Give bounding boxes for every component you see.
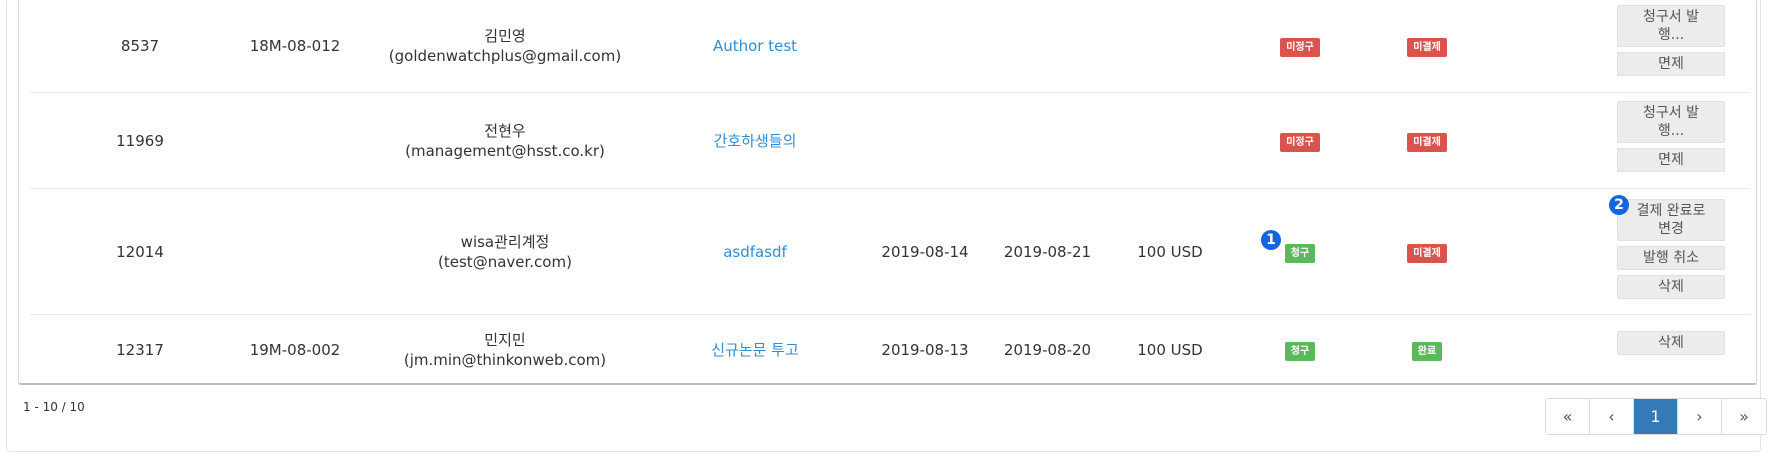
payment-status-badge: 미결제 [1407, 243, 1447, 263]
row-actions: 삭제 [1617, 331, 1725, 360]
prev-page-button[interactable]: ‹ [1590, 399, 1634, 434]
row-payment-cell: 미결제 [1387, 241, 1467, 263]
issue-invoice-button[interactable]: 청구서 발행... [1617, 101, 1725, 143]
table-row: 11969 전현우 (management@hsst.co.kr) 간호하생들의… [30, 93, 1750, 189]
payment-status-badge: 완료 [1411, 342, 1443, 361]
step-marker-2: 2 [1609, 195, 1629, 215]
row-billing-cell: 미정구 [1260, 130, 1340, 152]
page-1-button[interactable]: 1 [1634, 399, 1678, 434]
table-row: 12014 wisa관리계정 (test@naver.com) asdfasdf… [30, 189, 1750, 315]
row-billing-cell: 미정구 [1260, 35, 1340, 57]
first-page-button[interactable]: « [1546, 399, 1590, 434]
table-row: 12317 19M-08-002 민지민 (jm.min@thinkonweb.… [30, 315, 1750, 385]
waive-button[interactable]: 면제 [1617, 148, 1725, 172]
row-id: 8537 [120, 37, 160, 55]
billing-status-badge: 청구 [1284, 243, 1316, 263]
cancel-issue-button[interactable]: 발행 취소 [1617, 246, 1725, 270]
waive-button[interactable]: 면제 [1617, 52, 1725, 76]
delete-button[interactable]: 삭제 [1617, 331, 1725, 355]
issue-invoice-button[interactable]: 청구서 발행... [1617, 5, 1725, 47]
billing-status-badge: 미정구 [1280, 132, 1320, 152]
row-amount: 100 USD [1137, 341, 1203, 359]
payment-status-badge: 미결제 [1407, 132, 1447, 152]
row-id: 12317 [116, 341, 164, 359]
row-billing-cell: 청구 [1260, 339, 1340, 361]
payment-status-badge: 미결제 [1407, 38, 1447, 57]
row-id: 11969 [116, 131, 164, 150]
step-marker-1: 1 [1261, 230, 1281, 250]
row-title-link[interactable]: Author test [600, 36, 910, 56]
row-due-date: 2019-08-21 [1003, 242, 1092, 261]
row-title-link[interactable]: 간호하생들의 [600, 131, 910, 151]
row-payment-cell: 완료 [1387, 339, 1467, 361]
pagination: « ‹ 1 › » [1545, 398, 1767, 435]
pagination-info: 1 - 10 / 10 [23, 400, 85, 414]
row-issue-date: 2019-08-13 [881, 341, 969, 359]
row-actions: 결제 완료로 변경 발행 취소 삭제 [1617, 199, 1725, 304]
billing-status-badge: 청구 [1284, 342, 1316, 361]
next-page-button[interactable]: › [1678, 399, 1722, 434]
delete-button[interactable]: 삭제 [1617, 275, 1725, 299]
row-payment-cell: 미결제 [1387, 35, 1467, 57]
row-due-date: 2019-08-20 [1003, 341, 1092, 359]
row-payment-cell: 미결제 [1387, 130, 1467, 152]
billing-status-badge: 미정구 [1280, 38, 1320, 57]
last-page-button[interactable]: » [1722, 399, 1766, 434]
mark-paid-button[interactable]: 결제 완료로 변경 [1617, 199, 1725, 241]
row-issue-date: 2019-08-14 [881, 242, 969, 261]
row-id: 12014 [116, 242, 164, 261]
row-amount: 100 USD [1137, 242, 1203, 261]
row-actions: 청구서 발행... 면제 [1617, 5, 1725, 81]
row-actions: 청구서 발행... 면제 [1617, 101, 1725, 177]
table-row: 8537 18M-08-012 김민영 (goldenwatchplus@gma… [30, 0, 1750, 93]
